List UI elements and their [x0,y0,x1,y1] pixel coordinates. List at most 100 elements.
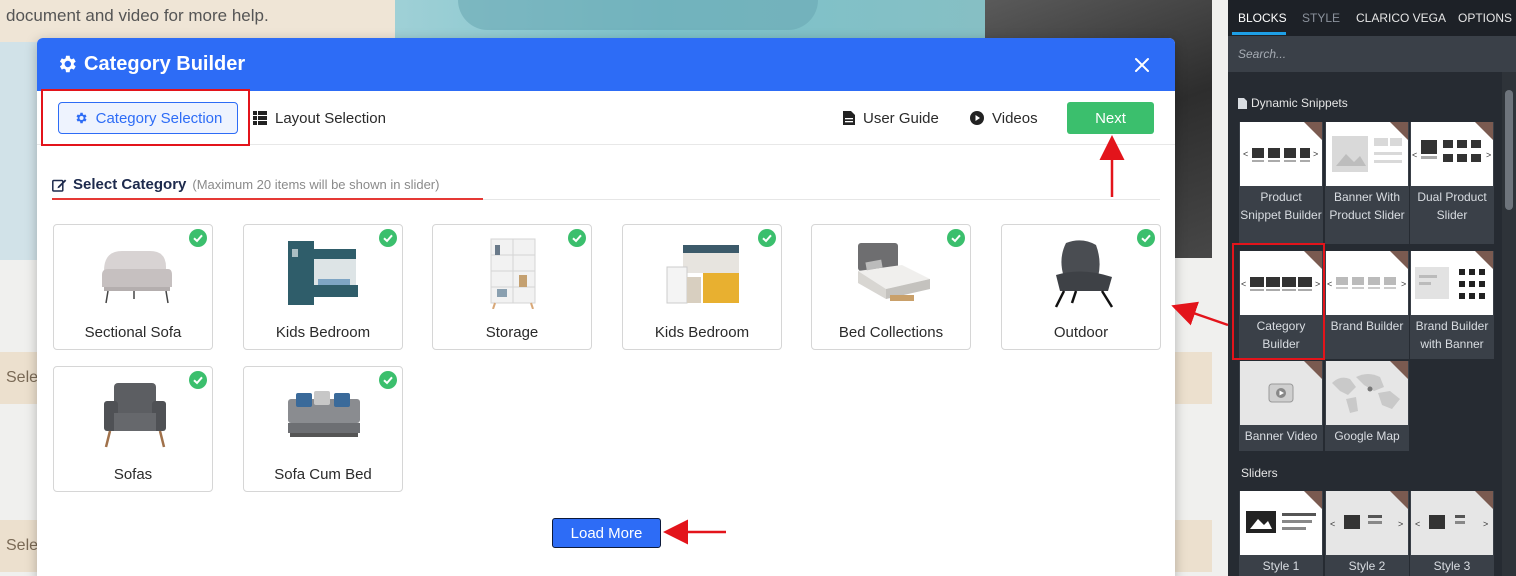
corner-badge [1304,122,1322,140]
snippet-product-snippet-builder[interactable]: < > Product Snippet Builder [1240,122,1322,244]
snippet-google-map[interactable]: Google Map [1326,361,1408,451]
side-image [0,42,40,260]
corner-badge [1475,122,1493,140]
modal-header: Category Builder [37,38,1175,91]
category-label: Outdoor [1053,324,1109,341]
select-label: Sele [6,369,39,386]
highlight-box [1232,243,1325,360]
tab-clarico-vega[interactable]: CLARICO VEGA [1356,11,1446,25]
corner-badge [1475,251,1493,269]
svg-text:<: < [1415,519,1420,529]
sofa-icon [102,251,172,304]
slider-style-1[interactable]: Style 1 [1240,491,1322,576]
load-more-button[interactable]: Load More [552,518,661,548]
user-guide-label: User Guide [863,109,939,127]
armchair-icon [104,383,166,448]
svg-text:>: > [1401,279,1406,289]
check-circle-icon [947,229,965,247]
slider-style-3[interactable]: < > Style 3 [1411,491,1493,576]
scrollbar-thumb[interactable] [1505,90,1513,210]
panel-tabs: BLOCKS STYLE CLARICO VEGA OPTIONS [1228,0,1516,36]
next-button[interactable]: Next [1067,102,1154,134]
tab-options[interactable]: OPTIONS [1458,11,1512,25]
svg-text:>: > [1486,150,1491,160]
snippet-banner-video[interactable]: Banner Video [1240,361,1322,451]
snippet-label: Style 3 [1433,559,1471,573]
modal-title: Category Builder [84,53,246,75]
svg-text:>: > [1483,519,1488,529]
loft-bed-icon [666,245,739,304]
corner-badge [1304,361,1322,379]
bookshelf-icon [490,238,536,309]
category-label: Bed Collections [838,324,944,341]
slider-style-2[interactable]: < > Style 2 [1326,491,1408,576]
tab-label: Layout Selection [275,109,386,127]
category-card[interactable]: Outdoor [1001,224,1161,350]
category-label: Sectional Sofa [84,324,182,341]
bed-icon [858,243,930,301]
panel-scrollbar[interactable] [1502,72,1516,576]
svg-text:>: > [1398,519,1403,529]
videos-label: Videos [992,109,1038,127]
tab-layout-selection[interactable]: Layout Selection [253,102,386,134]
snippet-label: Banner With Product Slider [1329,190,1405,222]
heading-label: Sliders [1241,466,1278,480]
category-label: Kids Bedroom [275,324,371,341]
check-circle-icon [189,371,207,389]
play-circle-icon [970,111,984,125]
corner-badge [1304,491,1322,509]
panel-search [1228,36,1516,72]
category-card[interactable]: Sofa Cum Bed [243,366,403,492]
dynamic-snippets-heading: Dynamic Snippets [1238,96,1348,110]
search-input[interactable] [1228,36,1516,72]
edit-icon [52,179,67,192]
tab-blocks[interactable]: BLOCKS [1238,11,1287,25]
close-icon[interactable] [1133,56,1151,74]
category-card[interactable]: Sofas [53,366,213,492]
category-card[interactable]: Kids Bedroom [243,224,403,350]
check-circle-icon [379,371,397,389]
snippet-brand-builder[interactable]: < > Brand Builder [1326,251,1408,359]
check-circle-icon [189,229,207,247]
user-guide-link[interactable]: User Guide [843,102,939,134]
category-card[interactable]: Storage [432,224,592,350]
check-circle-icon [1137,229,1155,247]
check-circle-icon [379,229,397,247]
snippet-label: Style 1 [1262,559,1300,573]
document-icon [843,111,855,125]
sofa-bed-icon [288,391,360,437]
gear-icon [59,55,76,73]
svg-text:<: < [1327,279,1332,289]
section-hint: (Maximum 20 items will be shown in slide… [192,177,440,192]
snippet-dual-product-slider[interactable]: < > Dual Product Slider [1411,122,1493,244]
snippet-label: Google Map [1334,429,1400,443]
lounge-chair-icon [1054,240,1114,308]
snippet-label: Style 2 [1348,559,1386,573]
snippet-label: Brand Builder [1330,319,1404,333]
highlight-box [41,89,250,146]
snippet-label: Brand Builder with Banner [1415,319,1489,351]
corner-badge [1390,361,1408,379]
tab-style[interactable]: STYLE [1302,11,1340,25]
snippet-label: Dual Product Slider [1417,190,1487,222]
category-label: Kids Bedroom [654,324,750,341]
videos-link[interactable]: Videos [970,102,1038,134]
active-tab-indicator [1232,32,1286,35]
snippet-banner-with-product-slider[interactable]: Banner With Product Slider [1326,122,1408,244]
hero-banner-shape [458,0,818,30]
category-label: Storage [485,324,539,341]
svg-text:<: < [1330,519,1335,529]
category-card[interactable]: Kids Bedroom [622,224,782,350]
section-underline [52,198,483,200]
category-label: Sofas [113,466,153,483]
check-circle-icon [568,229,586,247]
snippet-brand-builder-with-banner[interactable]: Brand Builder with Banner [1411,251,1493,359]
check-circle-icon [758,229,776,247]
corner-badge [1390,122,1408,140]
category-card[interactable]: Bed Collections [811,224,971,350]
heading-label: Dynamic Snippets [1251,96,1348,110]
svg-text:<: < [1243,149,1248,159]
corner-badge [1390,251,1408,269]
section-heading: Select Category (Maximum 20 items will b… [52,176,439,193]
category-card[interactable]: Sectional Sofa [53,224,213,350]
